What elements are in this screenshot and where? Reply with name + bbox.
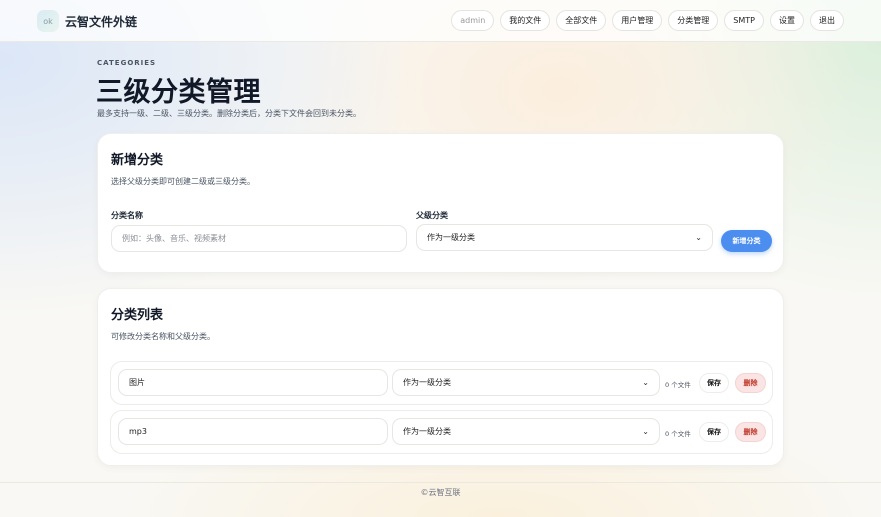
save-button[interactable]: 保存 [699,422,729,442]
category-name-edit-input[interactable] [118,418,388,445]
chevron-down-icon: ⌄ [695,233,702,242]
footer-copyright: ©云智互联 [420,488,461,497]
delete-button[interactable]: 删除 [735,373,766,393]
category-row: 作为一级分类 ⌄ 0 个文件 保存 删除 [110,361,773,405]
file-count: 0 个文件 [665,381,691,389]
nav-all-files[interactable]: 全部文件 [556,10,607,31]
footer-divider [0,482,881,483]
category-parent-select[interactable]: 作为一级分类 ⌄ [392,418,660,445]
category-row: 作为一级分类 ⌄ 0 个文件 保存 删除 [110,410,773,454]
category-parent-select[interactable]: 作为一级分类 ⌄ [392,369,660,396]
file-count: 0 个文件 [665,430,691,438]
chevron-down-icon: ⌄ [642,378,649,387]
category-name-input[interactable] [111,225,407,252]
parent-category-select[interactable]: 作为一级分类 ⌄ [416,224,713,251]
top-bar: ok 云智文件外链 admin 我的文件 全部文件 用户管理 分类管理 SMTP… [0,0,881,42]
category-name-label: 分类名称 [111,211,143,220]
brand[interactable]: ok 云智文件外链 [37,10,137,32]
page-description: 最多支持一级、二级、三级分类。删除分类后，分类下文件会回到未分类。 [97,109,361,118]
main-nav: admin 我的文件 全部文件 用户管理 分类管理 SMTP 设置 退出 [451,10,844,31]
brand-name: 云智文件外链 [65,14,138,29]
list-card-subtitle: 可修改分类名称和父级分类。 [111,332,215,341]
delete-button[interactable]: 删除 [735,422,766,442]
save-button[interactable]: 保存 [699,373,729,393]
category-name-edit-input[interactable] [118,369,388,396]
nav-smtp[interactable]: SMTP [724,10,764,31]
create-card-title: 新增分类 [111,153,164,168]
category-parent-value: 作为一级分类 [403,427,451,436]
nav-category-management[interactable]: 分类管理 [668,10,719,31]
page-eyebrow: CATEGORIES [97,59,157,67]
category-parent-value: 作为一级分类 [403,378,451,387]
page-title: 三级分类管理 [96,77,261,108]
nav-settings[interactable]: 设置 [770,10,804,31]
logo-icon: ok [37,10,59,32]
list-card-title: 分类列表 [111,308,164,323]
chevron-down-icon: ⌄ [642,427,649,436]
parent-category-value: 作为一级分类 [427,233,475,242]
create-category-card: 新增分类 选择父级分类即可创建二级或三级分类。 分类名称 父级分类 作为一级分类… [97,133,784,273]
add-category-button[interactable]: 新增分类 [721,230,772,252]
parent-category-label: 父级分类 [416,211,448,220]
nav-my-files[interactable]: 我的文件 [500,10,551,31]
create-card-subtitle: 选择父级分类即可创建二级或三级分类。 [111,177,255,186]
nav-user-admin[interactable]: admin [451,10,495,31]
category-list-card: 分类列表 可修改分类名称和父级分类。 作为一级分类 ⌄ 0 个文件 保存 删除 … [97,288,784,466]
nav-user-management[interactable]: 用户管理 [612,10,663,31]
nav-logout[interactable]: 退出 [810,10,844,31]
